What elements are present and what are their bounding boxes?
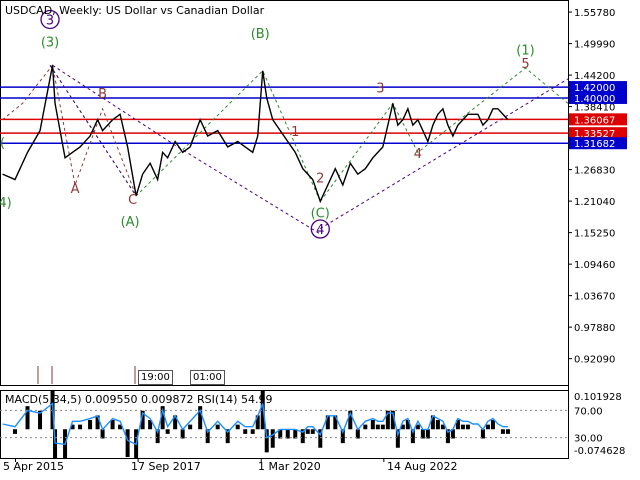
x-tick-label: 1 Mar 2020	[258, 460, 321, 473]
chart-canvas: 1.557801.499901.442001.384101.326201.268…	[0, 0, 627, 462]
time-box-2[interactable]: 01:00	[190, 370, 225, 385]
wave-label: (4)	[0, 196, 12, 211]
wave-label: C	[128, 193, 137, 208]
wave-label: 1	[291, 125, 299, 140]
macd-tick-label: -0.074628	[574, 446, 625, 457]
x-tick-label: 5 Apr 2015	[3, 460, 65, 473]
y-tick-label: 1.03670	[574, 292, 615, 303]
level-price-label: 1.36067	[574, 115, 615, 126]
chart-title: USDCAD, Weekly: US Dollar vs Canadian Dol…	[5, 4, 268, 17]
y-tick-label: 1.26830	[574, 166, 615, 177]
wave-label: 3	[376, 82, 384, 97]
symbol-description: US Dollar vs Canadian Dollar	[105, 4, 265, 17]
y-tick-label: 0.92090	[574, 355, 615, 366]
rsi-tick-label: 70.00	[574, 406, 603, 417]
wave-label: 4	[414, 147, 422, 162]
wave-label: (A)	[121, 215, 140, 230]
y-tick-label: 0.97880	[574, 323, 615, 334]
wave-label: (B)	[251, 27, 270, 42]
level-price-label: 1.31682	[574, 139, 615, 150]
rsi-tick-label: 30.00	[574, 434, 603, 445]
wave-label: A	[71, 182, 80, 197]
wave-label: (3)	[41, 35, 59, 50]
wave-label: 5	[521, 57, 529, 72]
symbol-label: USDCAD, Weekly:	[5, 4, 102, 17]
y-tick-label: 1.55780	[574, 8, 615, 19]
y-tick-label: 1.21040	[574, 197, 615, 208]
indicator-label: MACD(5,34,5) 0.009550 0.009872 RSI(14) 5…	[5, 393, 273, 406]
x-tick-label: 17 Sep 2017	[131, 460, 201, 473]
y-tick-label: 1.15250	[574, 229, 615, 240]
y-tick-label: 1.49990	[574, 40, 615, 51]
plot-frame	[0, 0, 569, 386]
x-tick-label: 14 Aug 2022	[387, 460, 458, 473]
y-tick-label: 1.09460	[574, 260, 615, 271]
macd-tick-label: 0.101928	[574, 392, 622, 403]
time-box-1[interactable]: 19:00	[138, 370, 173, 385]
wave-label: 4	[316, 223, 324, 238]
wave-label: (	[0, 136, 5, 151]
level-price-label: 1.40000	[574, 94, 615, 105]
wave-label: B	[98, 87, 107, 102]
y-tick-label: 1.44200	[574, 71, 615, 82]
wave-label: 2	[316, 171, 324, 186]
